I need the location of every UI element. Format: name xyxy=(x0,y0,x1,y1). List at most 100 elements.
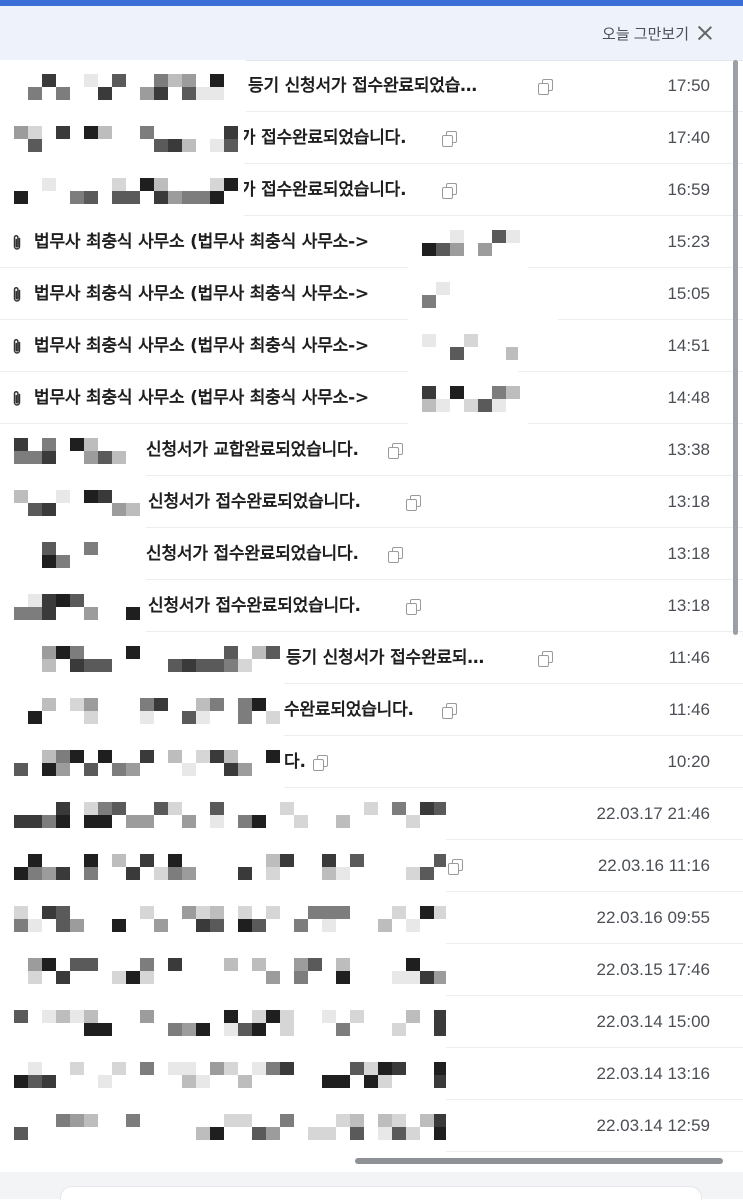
mail-subject[interactable]: 등기 신청서가 접수완료되었습… xyxy=(248,74,477,98)
copy-icon[interactable] xyxy=(448,859,463,875)
mail-row[interactable]: 신청서가 접수완료되었습니다. 13:18 xyxy=(0,476,743,528)
mail-row[interactable]: 법무사 최충식 사무소 (법무사 최충식 사무소-> 15:05 xyxy=(0,268,743,320)
mail-row[interactable]: 22.03.14 12:59 xyxy=(0,1100,743,1152)
mosaic-pixel xyxy=(56,802,70,815)
copy-icon[interactable] xyxy=(388,547,403,563)
mosaic-pixel xyxy=(140,178,154,191)
mosaic-pixel xyxy=(56,126,70,139)
mosaic-pixel xyxy=(42,503,56,516)
mail-row[interactable]: 22.03.15 17:46 xyxy=(0,944,743,996)
mail-row[interactable]: 법무사 최충식 사무소 (법무사 최충식 사무소-> 15:23 xyxy=(0,216,743,268)
mail-row[interactable]: 수완료되었습니다. 11:46 xyxy=(0,684,743,736)
mail-subject[interactable]: 등기 신청서가 접수완료되… xyxy=(286,646,484,670)
mail-subject[interactable]: 법무사 최충식 사무소 (법무사 최충식 사무소-> xyxy=(34,282,369,306)
mail-row[interactable]: 22.03.16 09:55 xyxy=(0,892,743,944)
mosaic-pixel xyxy=(406,919,420,932)
mosaic-pixel xyxy=(140,971,154,984)
mosaic-pixel xyxy=(84,126,98,139)
mosaic-pixel xyxy=(406,958,420,971)
mosaic-pixel xyxy=(224,763,238,776)
copy-icon[interactable] xyxy=(442,131,457,147)
mail-row[interactable]: 가 접수완료되었습니다. 17:40 xyxy=(0,112,743,164)
mosaic-pixel xyxy=(14,1127,28,1140)
copy-icon[interactable] xyxy=(406,495,421,511)
mosaic-pixel xyxy=(14,919,28,932)
mosaic-pixel xyxy=(266,1062,280,1075)
copy-icon[interactable] xyxy=(442,703,457,719)
mosaic-pixel xyxy=(266,906,280,919)
bottom-input-area[interactable] xyxy=(60,1186,702,1200)
mail-subject[interactable]: 법무사 최충식 사무소 (법무사 최충식 사무소-> xyxy=(34,386,369,410)
mosaic-pixel xyxy=(434,1010,446,1023)
mail-row[interactable]: 가 접수완료되었습니다. 16:59 xyxy=(0,164,743,216)
mosaic-pixel xyxy=(422,386,436,399)
mosaic-pixel xyxy=(42,178,56,191)
mail-row[interactable]: 등기 신청서가 접수완료되… 11:46 xyxy=(0,632,743,684)
mail-subject[interactable]: 수완료되었습니다. xyxy=(284,698,414,722)
mail-row[interactable]: 22.03.14 15:00 xyxy=(0,996,743,1048)
mosaic-pixel xyxy=(210,698,224,711)
mail-row[interactable]: 다. 10:20 xyxy=(0,736,743,788)
mail-subject[interactable]: 신청서가 교합완료되었습니다. xyxy=(146,438,359,462)
mosaic-pixel xyxy=(434,1114,446,1127)
copy-icon[interactable] xyxy=(538,651,553,667)
mail-subject[interactable]: 가 접수완료되었습니다. xyxy=(240,178,407,202)
mosaic-pixel xyxy=(14,1075,28,1088)
dismiss-today-button[interactable]: 오늘 그만보기 xyxy=(602,22,713,44)
mosaic-pixel xyxy=(210,750,224,763)
mail-row[interactable]: 신청서가 접수완료되었습니다. 13:18 xyxy=(0,580,743,632)
mail-row[interactable]: 법무사 최충식 사무소 (법무사 최충식 사무소-> 14:51 xyxy=(0,320,743,372)
mosaic-pixel xyxy=(126,763,140,776)
mosaic-pixel xyxy=(252,1062,266,1075)
paperclip-icon xyxy=(13,235,21,250)
mail-row[interactable]: 22.03.16 11:16 xyxy=(0,840,743,892)
mosaic-pixel xyxy=(112,971,126,984)
mail-row[interactable]: 22.03.17 21:46 xyxy=(0,788,743,840)
mosaic-pixel xyxy=(14,906,28,919)
mosaic-pixel xyxy=(84,191,98,204)
mosaic-pixel xyxy=(238,698,252,711)
mail-subject[interactable]: 다. xyxy=(284,750,306,774)
copy-icon[interactable] xyxy=(406,599,421,615)
copy-icon[interactable] xyxy=(538,79,553,95)
mosaic-pixel xyxy=(42,1010,56,1023)
mail-row[interactable]: 신청서가 교합완료되었습니다. 13:38 xyxy=(0,424,743,476)
mosaic-pixel xyxy=(42,607,56,620)
mail-row[interactable]: 신청서가 접수완료되었습니다. 13:18 xyxy=(0,528,743,580)
mosaic-pixel xyxy=(84,802,98,815)
mail-subject[interactable]: 법무사 최충식 사무소 (법무사 최충식 사무소-> xyxy=(34,230,369,254)
mail-subject[interactable]: 신청서가 접수완료되었습니다. xyxy=(148,594,361,618)
mail-subject[interactable]: 신청서가 접수완료되었습니다. xyxy=(148,490,361,514)
mail-row[interactable]: 22.03.14 13:16 xyxy=(0,1048,743,1100)
mail-row[interactable]: 등기 신청서가 접수완료되었습… 17:50 xyxy=(0,60,743,112)
mosaic-pixel xyxy=(84,698,98,711)
copy-icon[interactable] xyxy=(442,183,457,199)
mosaic-pixel xyxy=(140,126,154,139)
mosaic-pixel xyxy=(42,646,56,659)
mosaic-pixel xyxy=(336,958,350,971)
mosaic-pixel xyxy=(196,919,210,932)
horizontal-scrollbar[interactable] xyxy=(355,1158,723,1164)
mail-time: 22.03.15 17:46 xyxy=(596,960,710,979)
close-icon[interactable] xyxy=(697,25,713,41)
vertical-scrollbar[interactable] xyxy=(733,60,738,635)
mail-row[interactable]: 법무사 최충식 사무소 (법무사 최충식 사무소-> 14:48 xyxy=(0,372,743,424)
mosaic-pixel xyxy=(266,971,280,984)
mosaic-pixel xyxy=(126,646,140,659)
mosaic-pixel xyxy=(252,1127,266,1140)
mail-subject[interactable]: 법무사 최충식 사무소 (법무사 최충식 사무소-> xyxy=(34,334,369,358)
mosaic-pixel xyxy=(154,87,168,100)
mail-subject[interactable]: 가 접수완료되었습니다. xyxy=(240,126,407,150)
mosaic-pixel xyxy=(42,867,56,880)
mail-subject[interactable]: 신청서가 접수완료되었습니다. xyxy=(146,542,359,566)
mosaic-pixel xyxy=(224,1010,238,1023)
mosaic-pixel xyxy=(182,815,196,828)
mosaic-pixel xyxy=(252,815,266,828)
mosaic-pixel xyxy=(112,1062,126,1075)
mosaic-pixel xyxy=(238,1114,252,1127)
copy-icon[interactable] xyxy=(388,443,403,459)
copy-icon[interactable] xyxy=(313,755,328,771)
mosaic-pixel xyxy=(210,815,224,828)
mosaic-pixel xyxy=(436,282,450,295)
mosaic-pixel xyxy=(196,87,210,100)
